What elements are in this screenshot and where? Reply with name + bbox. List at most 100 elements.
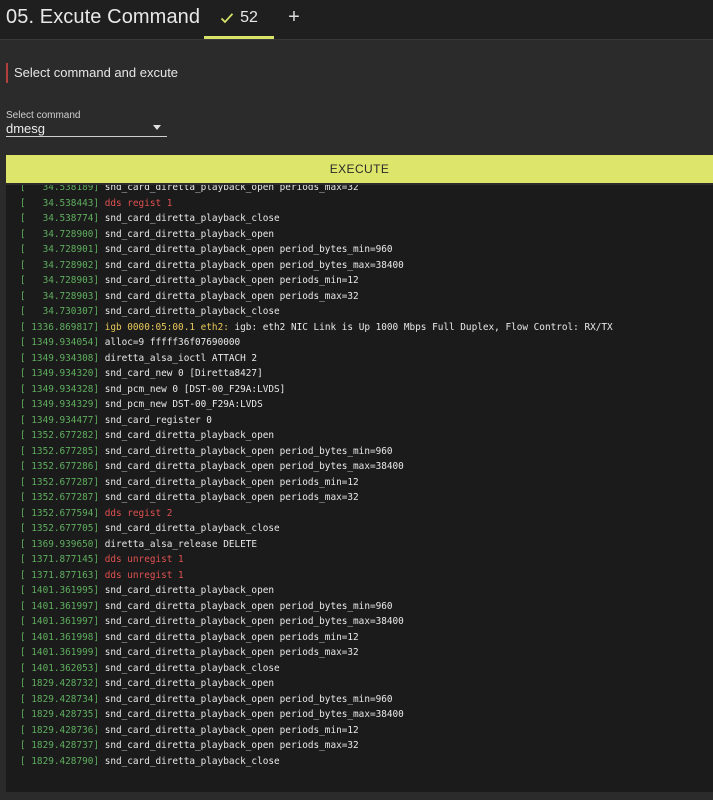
- log-message: snd_card_diretta_playback_open periods_m…: [104, 631, 359, 643]
- log-timestamp: [ 34.728900]: [20, 228, 100, 240]
- log-timestamp: [ 34.730307]: [20, 306, 100, 317]
- bottom-edge: [0, 792, 713, 800]
- log-line: [ 34.538443] dds regist 1: [20, 196, 613, 212]
- log-line: [ 34.728903] snd_card_diretta_playback_o…: [20, 289, 613, 305]
- add-tab-button[interactable]: +: [284, 4, 304, 32]
- log-line: [ 1369.939650] diretta_alsa_release DELE…: [20, 537, 613, 553]
- log-line: [ 1829.428734] snd_card_diretta_playback…: [20, 692, 613, 708]
- log-timestamp: [ 1829.428732]: [20, 678, 100, 689]
- command-select-value: dmesg: [6, 121, 46, 136]
- log-message: snd_card_diretta_playback_open periods_m…: [104, 290, 359, 302]
- log-message: alloc=9 fffff36f07690000: [104, 337, 241, 348]
- log-message: snd_card_diretta_playback_open period_by…: [104, 461, 404, 472]
- log-message: diretta_alsa_ioctl ATTACH 2: [104, 352, 258, 364]
- log-timestamp: [ 1352.677287]: [20, 476, 100, 488]
- console-scrollbar[interactable]: [707, 185, 713, 792]
- log-line: [ 1352.677285] snd_card_diretta_playback…: [20, 444, 613, 460]
- log-timestamp: [ 1349.934328]: [20, 383, 100, 395]
- log-timestamp: [ 1829.428735]: [20, 709, 100, 720]
- log-line: [ 1349.934329] snd_pcm_new DST-00_F29A:L…: [20, 397, 613, 413]
- log-timestamp: [ 34.728902]: [20, 259, 100, 271]
- section-title: Select command and excute: [6, 63, 178, 83]
- log-line: [ 1349.934320] snd_card_new 0 [Diretta84…: [20, 366, 613, 382]
- log-line: [ 1829.428790] snd_card_diretta_playback…: [20, 754, 613, 770]
- log-message: snd_card_diretta_playback_open periods_m…: [104, 647, 359, 658]
- log-message: snd_card_diretta_playback_open period_by…: [104, 709, 404, 720]
- log-timestamp: [ 34.538774]: [20, 213, 100, 224]
- log-line: [ 1401.361999] snd_card_diretta_playback…: [20, 645, 613, 661]
- log-message: snd_card_diretta_playback_open: [104, 678, 275, 689]
- log-line: [ 34.538189] snd_card_diretta_playback_o…: [20, 185, 613, 196]
- log-timestamp: [ 1352.677705]: [20, 523, 100, 534]
- log-line: [ 1829.428737] snd_card_diretta_playback…: [20, 738, 613, 754]
- log-message: snd_pcm_new DST-00_F29A:LVDS: [104, 399, 263, 410]
- tab-command-count[interactable]: 52: [204, 0, 274, 39]
- log-timestamp: [ 34.728903]: [20, 275, 100, 286]
- log-message: igb 0000:05:00.1 eth2:: [104, 321, 229, 333]
- check-icon: [220, 12, 234, 24]
- log-line: [ 1352.677286] snd_card_diretta_playback…: [20, 459, 613, 475]
- log-message: dds regist 1: [104, 197, 173, 209]
- log-timestamp: [ 1401.361999]: [20, 647, 100, 658]
- log-line: [ 1352.677282] snd_card_diretta_playback…: [20, 428, 613, 444]
- log-message: snd_card_diretta_playback_close: [104, 755, 280, 767]
- log-timestamp: [ 34.728901]: [20, 244, 100, 255]
- log-message: snd_card_diretta_playback_close: [104, 523, 280, 534]
- log-timestamp: [ 1349.934320]: [20, 368, 100, 379]
- log-message: snd_card_diretta_playback_open: [104, 430, 275, 441]
- log-timestamp: [ 1401.362053]: [20, 662, 100, 674]
- log-timestamp: [ 1829.428790]: [20, 755, 100, 767]
- log-message: snd_card_diretta_playback_open period_by…: [104, 445, 393, 457]
- log-line: [ 1401.361997] snd_card_diretta_playback…: [20, 599, 613, 615]
- log-message: snd_card_diretta_playback_close: [104, 662, 280, 674]
- log-message: snd_card_diretta_playback_close: [104, 213, 280, 224]
- log-timestamp: [ 34.728903]: [20, 290, 100, 302]
- log-line: [ 1349.934054] alloc=9 fffff36f07690000: [20, 335, 613, 351]
- tab-count-label: 52: [240, 9, 258, 26]
- log-message: dds unregist 1: [104, 569, 184, 581]
- log-message: snd_card_diretta_playback_close: [104, 306, 280, 317]
- command-select-label: Select command: [6, 110, 81, 121]
- log-timestamp: [ 1829.428737]: [20, 740, 100, 751]
- log-lines: [ 34.538189] snd_card_diretta_playback_o…: [20, 185, 613, 769]
- log-timestamp: [ 1349.934329]: [20, 399, 100, 410]
- log-timestamp: [ 1401.361997]: [20, 616, 100, 627]
- log-timestamp: [ 1349.934477]: [20, 414, 100, 426]
- log-timestamp: [ 1829.428734]: [20, 693, 100, 705]
- log-timestamp: [ 1349.934054]: [20, 337, 100, 348]
- log-timestamp: [ 1352.677282]: [20, 430, 100, 441]
- console-output[interactable]: [ 34.538189] snd_card_diretta_playback_o…: [6, 185, 713, 792]
- caret-down-icon: [153, 125, 161, 130]
- log-message: snd_card_diretta_playback_open periods_m…: [104, 740, 359, 751]
- log-message: snd_card_diretta_playback_open: [104, 228, 275, 240]
- log-line: [ 1336.869817] igb 0000:05:00.1 eth2: ig…: [20, 320, 613, 336]
- log-line: [ 1401.361998] snd_card_diretta_playback…: [20, 630, 613, 646]
- log-line: [ 1401.361995] snd_card_diretta_playback…: [20, 583, 613, 599]
- log-timestamp: [ 1352.677285]: [20, 445, 100, 457]
- log-line: [ 1349.934328] snd_pcm_new 0 [DST-00_F29…: [20, 382, 613, 398]
- log-message: snd_card_diretta_playback_open: [104, 585, 275, 596]
- log-timestamp: [ 1369.939650]: [20, 538, 100, 550]
- log-message: dds unregist 1: [104, 554, 184, 565]
- log-message: snd_card_diretta_playback_open period_by…: [104, 244, 393, 255]
- log-message: snd_card_diretta_playback_open periods_m…: [104, 724, 359, 736]
- log-message: snd_card_diretta_playback_open period_by…: [104, 600, 393, 612]
- log-line: [ 34.728902] snd_card_diretta_playback_o…: [20, 258, 613, 274]
- log-line: [ 1371.877163] dds unregist 1: [20, 568, 613, 584]
- log-line: [ 1829.428735] snd_card_diretta_playback…: [20, 707, 613, 723]
- log-timestamp: [ 1371.877145]: [20, 554, 100, 565]
- log-line: [ 1401.361997] snd_card_diretta_playback…: [20, 614, 613, 630]
- log-timestamp: [ 1371.877163]: [20, 569, 100, 581]
- top-bar: 05. Excute Command 52 +: [0, 0, 713, 40]
- log-message: snd_card_diretta_playback_open period_by…: [104, 693, 393, 705]
- execute-button[interactable]: EXECUTE: [6, 155, 713, 183]
- log-line: [ 1352.677287] snd_card_diretta_playback…: [20, 490, 613, 506]
- log-message: diretta_alsa_release DELETE: [104, 538, 258, 550]
- log-message: snd_card_diretta_playback_open periods_m…: [104, 492, 359, 503]
- log-message: snd_card_diretta_playback_open period_by…: [104, 616, 404, 627]
- log-message: snd_card_diretta_playback_open periods_m…: [104, 185, 359, 193]
- command-select[interactable]: Select command dmesg: [6, 110, 167, 137]
- log-timestamp: [ 1401.361998]: [20, 631, 100, 643]
- log-line: [ 34.538774] snd_card_diretta_playback_c…: [20, 211, 613, 227]
- log-message: snd_card_diretta_playback_open period_by…: [104, 259, 404, 271]
